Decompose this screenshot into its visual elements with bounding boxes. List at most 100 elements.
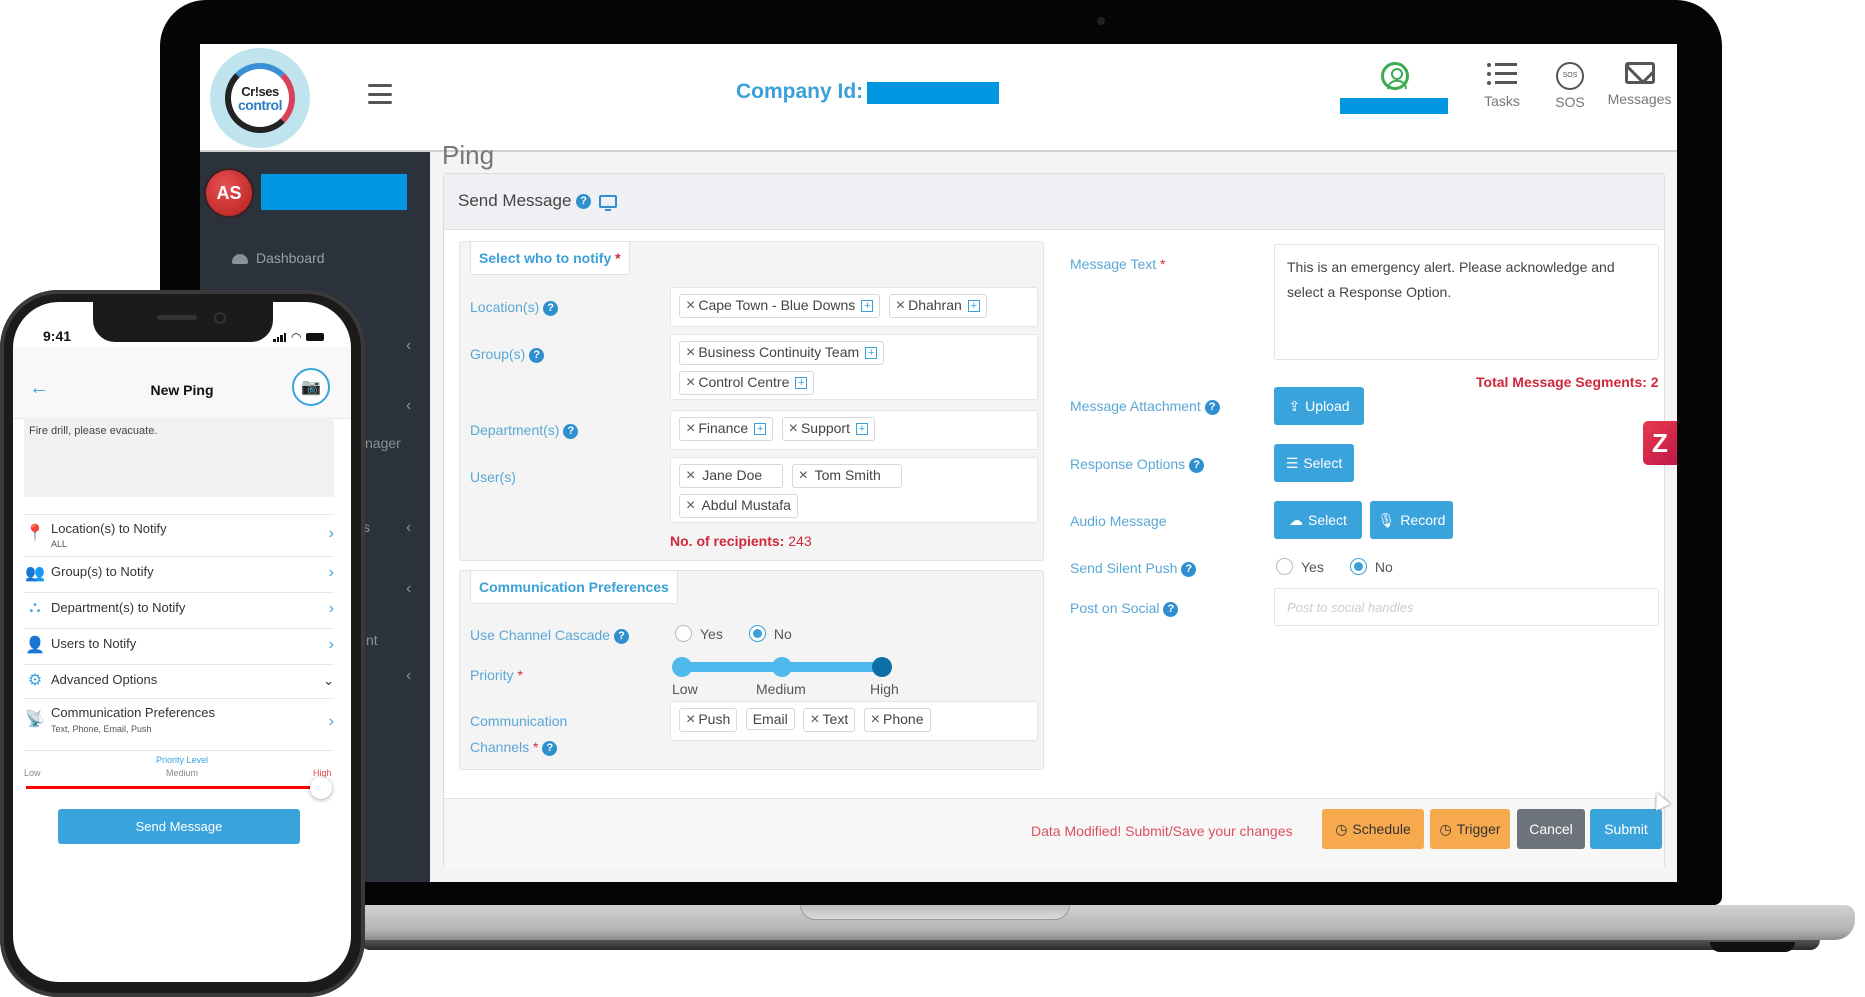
sidebar-item-dashboard[interactable]: Dashboard — [232, 250, 325, 266]
cancel-button[interactable]: Cancel — [1517, 809, 1585, 849]
users-input[interactable]: × Jane Doe × Tom Smith × Abdul Mustafa — [670, 457, 1038, 523]
priority-high-label: High — [870, 681, 899, 697]
nav-messages[interactable]: Messages — [1602, 62, 1677, 107]
remove-icon[interactable]: × — [810, 711, 819, 728]
channel-tag: Email — [745, 708, 795, 730]
remove-icon[interactable]: × — [686, 711, 695, 728]
groups-input[interactable]: × Business Continuity Team + × Control Cent… — [670, 334, 1038, 400]
priority-slider-thumb[interactable] — [310, 777, 332, 799]
response-select-button[interactable]: ☰ Select — [1274, 444, 1354, 482]
send-message-panel: Send Message ? Select who to notify * Lo… — [443, 173, 1665, 868]
profile-nav[interactable] — [1340, 62, 1448, 142]
priority-medium-stop[interactable] — [772, 657, 792, 677]
page-title: Ping — [442, 140, 495, 170]
sidebar-item-label[interactable]: nt — [366, 632, 378, 648]
priority-slider-track[interactable] — [26, 786, 326, 789]
audio-select-button[interactable]: ☁ Select — [1274, 501, 1362, 539]
list-item-comm-prefs[interactable]: 📡 Communication Preferences Text, Phone,… — [24, 698, 334, 750]
remove-icon[interactable]: × — [896, 297, 905, 314]
upload-button[interactable]: ⇪ Upload — [1274, 387, 1364, 425]
cloud-upload-icon: ☁ — [1289, 511, 1304, 528]
schedule-button[interactable]: ◷ Schedule — [1322, 809, 1424, 849]
expand-icon[interactable]: + — [865, 347, 878, 360]
help-icon[interactable]: ? — [1204, 399, 1220, 415]
expand-icon[interactable]: + — [861, 300, 874, 313]
tag-label: Jane Doe — [702, 467, 763, 483]
help-icon[interactable]: ? — [529, 347, 545, 363]
priority-high-stop[interactable] — [872, 657, 892, 677]
audio-record-button[interactable]: 🎙 Record — [1370, 501, 1453, 539]
help-icon[interactable]: ? — [1189, 457, 1205, 473]
channels-input[interactable]: × Push Email × Text × Phone — [670, 701, 1038, 741]
expand-icon[interactable]: + — [967, 300, 980, 313]
help-icon[interactable]: ? — [1163, 601, 1179, 617]
departments-input[interactable]: × Finance + × Support + — [670, 410, 1038, 450]
remove-icon[interactable]: × — [686, 344, 695, 361]
submit-button[interactable]: Submit — [1590, 809, 1662, 849]
remove-icon[interactable]: × — [686, 420, 695, 437]
tag-label: Text — [822, 711, 849, 727]
sidebar-item-label[interactable]: nager — [365, 435, 401, 451]
chevron-left-icon[interactable]: ‹ — [406, 337, 411, 355]
nav-sos[interactable]: SOS SOS — [1545, 62, 1595, 110]
channels-label-line2: Channels * ? — [470, 739, 558, 756]
help-icon[interactable]: ? — [543, 300, 559, 316]
post-social-input[interactable]: Post to social handles — [1274, 588, 1659, 626]
silent-push-no-radio[interactable] — [1349, 558, 1367, 575]
trigger-button[interactable]: ◷ Trigger — [1430, 809, 1510, 849]
departments-label: Department(s) ? — [470, 422, 579, 439]
remove-icon[interactable]: × — [686, 374, 695, 391]
remove-icon[interactable]: × — [799, 467, 808, 484]
clock-icon: ◷ — [1439, 820, 1452, 837]
expand-icon[interactable]: + — [856, 423, 868, 436]
chevron-left-icon[interactable]: ‹ — [406, 667, 411, 685]
avatar[interactable]: AS — [206, 170, 252, 216]
chevron-left-icon[interactable]: ‹ — [406, 580, 411, 598]
help-icon[interactable]: ? — [576, 194, 592, 210]
location-tag: × Cape Town - Blue Downs + — [679, 294, 881, 318]
list-item-locations[interactable]: 📍 Location(s) to Notify ALL › — [24, 514, 334, 556]
help-icon[interactable]: ? — [563, 423, 579, 439]
expand-icon[interactable]: + — [754, 423, 767, 436]
cascade-yes-radio[interactable] — [675, 625, 692, 642]
silent-push-yes-radio[interactable] — [1276, 558, 1293, 575]
message-text-area[interactable]: This is an emergency alert. Please ackno… — [1274, 244, 1659, 360]
send-message-button[interactable]: Send Message — [58, 809, 300, 844]
remove-icon[interactable]: × — [686, 497, 695, 514]
tag-label: Phone — [883, 711, 924, 727]
message-text-label-text: Message Text — [1070, 256, 1157, 272]
help-icon[interactable]: ? — [542, 740, 558, 756]
sidebar-item-label: Dashboard — [256, 250, 325, 266]
locations-input[interactable]: × Cape Town - Blue Downs + × Dhahran + — [670, 287, 1038, 327]
button-label: Record — [1400, 512, 1446, 528]
cascade-no-radio[interactable] — [748, 625, 766, 642]
nav-sos-label: SOS — [1555, 94, 1585, 110]
laptop-screen: Cr!ses control Company Id: Tasks SOS SOS… — [200, 44, 1677, 882]
list-item-departments[interactable]: ⛬ Department(s) to Notify › — [24, 592, 334, 628]
remove-icon[interactable]: × — [686, 297, 695, 314]
laptop-base — [360, 905, 1855, 940]
list-item-groups[interactable]: 👥 Group(s) to Notify › — [24, 556, 334, 592]
remove-icon[interactable]: × — [686, 467, 695, 484]
chevron-left-icon[interactable]: ‹ — [406, 519, 411, 537]
phone-message-input[interactable]: Fire drill, please evacuate. — [24, 417, 334, 497]
monitor-icon[interactable] — [598, 195, 617, 212]
list-item-advanced-options[interactable]: ⚙ Advanced Options ⌄ — [24, 664, 334, 698]
hamburger-menu-icon[interactable] — [368, 84, 392, 104]
chevron-left-icon[interactable]: ‹ — [406, 397, 411, 415]
recipients-count: No. of recipients: 243 — [670, 533, 812, 549]
media-attach-icon[interactable]: 📷 — [292, 368, 330, 406]
priority-low-stop[interactable] — [672, 657, 692, 677]
list-item-users[interactable]: 👤 Users to Notify › — [24, 628, 334, 664]
help-icon[interactable]: ? — [1181, 561, 1197, 577]
groups-label: Group(s) ? — [470, 346, 545, 363]
remove-icon[interactable]: × — [789, 420, 798, 437]
cascade-radio-group: Yes No — [675, 625, 792, 642]
zendesk-widget-icon[interactable]: Z — [1643, 421, 1677, 465]
remove-icon[interactable]: × — [871, 711, 880, 728]
help-icon[interactable]: ? — [613, 628, 629, 644]
crises-control-logo[interactable]: Cr!ses control — [210, 48, 310, 148]
expand-icon[interactable]: + — [795, 377, 808, 390]
list-item-sub: ALL — [51, 539, 68, 549]
nav-tasks[interactable]: Tasks — [1472, 62, 1532, 109]
